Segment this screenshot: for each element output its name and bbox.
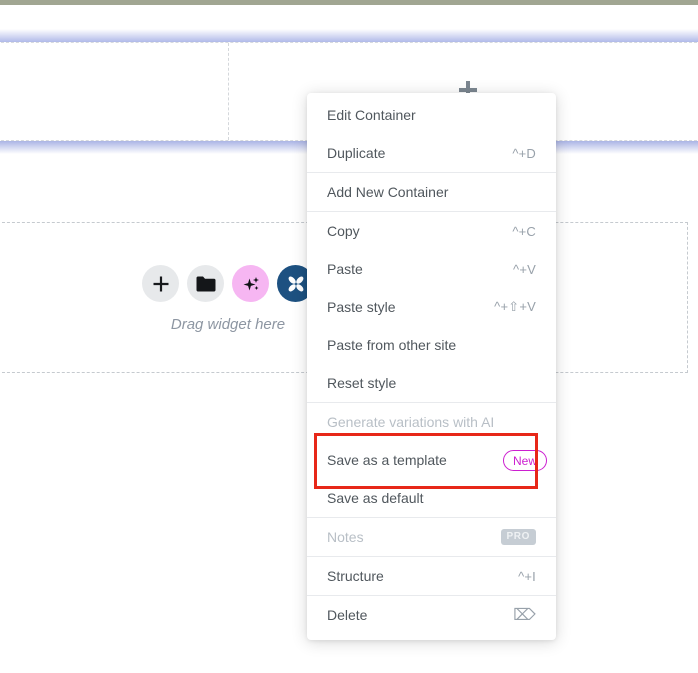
menu-item-paste[interactable]: Paste ^+V (307, 250, 556, 288)
menu-item-edit-container[interactable]: Edit Container (307, 96, 556, 134)
menu-item-shortcut: ^+D (512, 146, 536, 161)
menu-item-label: Generate variations with AI (327, 414, 494, 430)
menu-item-label: Delete (327, 607, 367, 623)
add-widget-button[interactable] (142, 265, 179, 302)
menu-item-generate-variations-ai: Generate variations with AI (307, 403, 556, 441)
folder-icon (196, 276, 216, 292)
menu-item-structure[interactable]: Structure ^+I (307, 557, 556, 595)
empty-container-actions (142, 265, 314, 302)
menu-item-label: Edit Container (327, 107, 416, 123)
menu-item-shortcut: ^+I (518, 569, 536, 584)
menu-item-paste-style[interactable]: Paste style ^+⇧+V (307, 288, 556, 326)
menu-item-notes: Notes PRO (307, 518, 556, 556)
menu-item-reset-style[interactable]: Reset style (307, 364, 556, 402)
browser-top-bar (0, 0, 698, 5)
menu-item-label: Save as a template (327, 452, 447, 468)
ai-generate-button[interactable] (232, 265, 269, 302)
menu-item-label: Notes (327, 529, 364, 545)
menu-item-label: Save as default (327, 490, 424, 506)
menu-item-shortcut: ^+C (512, 224, 536, 239)
delete-key-icon: ⌦ (513, 605, 536, 625)
menu-item-shortcut: ^+⇧+V (494, 299, 536, 315)
menu-item-label: Copy (327, 223, 360, 239)
plus-icon (152, 275, 170, 293)
new-badge: New (503, 450, 547, 471)
context-menu: Edit Container Duplicate ^+D Add New Con… (307, 93, 556, 640)
pro-badge: PRO (501, 529, 536, 545)
menu-item-save-as-default[interactable]: Save as default (307, 479, 556, 517)
menu-item-label: Paste style (327, 299, 395, 315)
menu-item-shortcut: ^+V (513, 262, 536, 277)
sparkles-icon (242, 275, 260, 293)
menu-item-label: Structure (327, 568, 384, 584)
menu-item-add-new-container[interactable]: Add New Container (307, 173, 556, 211)
menu-item-delete[interactable]: Delete ⌦ (307, 596, 556, 634)
column-divider (228, 43, 229, 140)
template-library-button[interactable] (187, 265, 224, 302)
menu-item-paste-from-other-site[interactable]: Paste from other site (307, 326, 556, 364)
flex-flower-icon (286, 274, 306, 294)
menu-item-label: Duplicate (327, 145, 385, 161)
menu-item-copy[interactable]: Copy ^+C (307, 212, 556, 250)
menu-item-save-as-template[interactable]: Save as a template New (307, 441, 556, 479)
container-indicator-top (0, 29, 698, 42)
menu-item-label: Paste (327, 261, 363, 277)
menu-item-label: Reset style (327, 375, 396, 391)
menu-item-label: Add New Container (327, 184, 448, 200)
menu-item-label: Paste from other site (327, 337, 456, 353)
menu-item-duplicate[interactable]: Duplicate ^+D (307, 134, 556, 172)
